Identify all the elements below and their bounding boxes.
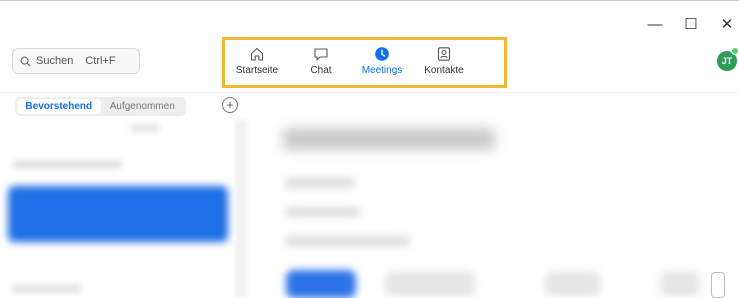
nav-label-chat: Chat: [310, 65, 332, 76]
nav-item-startseite[interactable]: Startseite: [229, 46, 285, 76]
home-icon: [250, 47, 264, 61]
blurred-list-item: [12, 160, 122, 169]
meeting-action-button-blurred[interactable]: [660, 272, 700, 296]
blurred-list-item: [130, 124, 160, 132]
more-options-button[interactable]: [711, 272, 725, 298]
search-input[interactable]: Suchen Ctrl+F: [12, 48, 140, 74]
nav-label-meetings: Meetings: [361, 65, 403, 76]
search-label: Suchen: [36, 55, 74, 67]
add-meeting-button[interactable]: +: [222, 97, 238, 113]
tab-bevorstehend[interactable]: Bevorstehend: [17, 99, 101, 114]
meeting-detail-line: [285, 207, 360, 217]
selected-meeting-card[interactable]: [8, 186, 228, 242]
nav-item-kontakte[interactable]: Kontakte: [416, 46, 472, 76]
meeting-action-button-blurred[interactable]: [385, 272, 475, 296]
maximize-button[interactable]: ☐: [676, 14, 706, 34]
window-top-border: [0, 0, 739, 1]
main-nav: Startseite Chat Meetings Kontakte: [222, 37, 507, 88]
header-divider: [0, 92, 739, 93]
nav-label-kontakte: Kontakte: [424, 65, 464, 76]
nav-item-chat[interactable]: Chat: [293, 46, 349, 76]
search-icon: [20, 56, 31, 66]
meeting-tabs: Bevorstehend Aufgenommen: [15, 97, 186, 116]
meeting-detail-line: [285, 178, 355, 188]
blurred-list-item: [12, 284, 82, 293]
presence-status-dot: [731, 47, 739, 55]
nav-label-startseite: Startseite: [235, 65, 279, 76]
clock-icon: [375, 47, 389, 61]
start-meeting-button-blurred[interactable]: [286, 270, 356, 298]
meeting-action-button-blurred[interactable]: [545, 272, 600, 296]
close-button[interactable]: ✕: [712, 14, 739, 34]
search-shortcut: Ctrl+F: [85, 55, 116, 67]
panel-divider: [235, 120, 247, 298]
minimize-button[interactable]: —: [640, 14, 670, 34]
chat-bubble-icon: [314, 48, 328, 61]
meeting-title-blurred: [283, 128, 495, 150]
nav-item-meetings[interactable]: Meetings: [354, 46, 410, 76]
meeting-detail-line: [285, 236, 410, 246]
contact-card-icon: [437, 47, 451, 61]
tab-aufgenommen[interactable]: Aufgenommen: [101, 99, 185, 114]
